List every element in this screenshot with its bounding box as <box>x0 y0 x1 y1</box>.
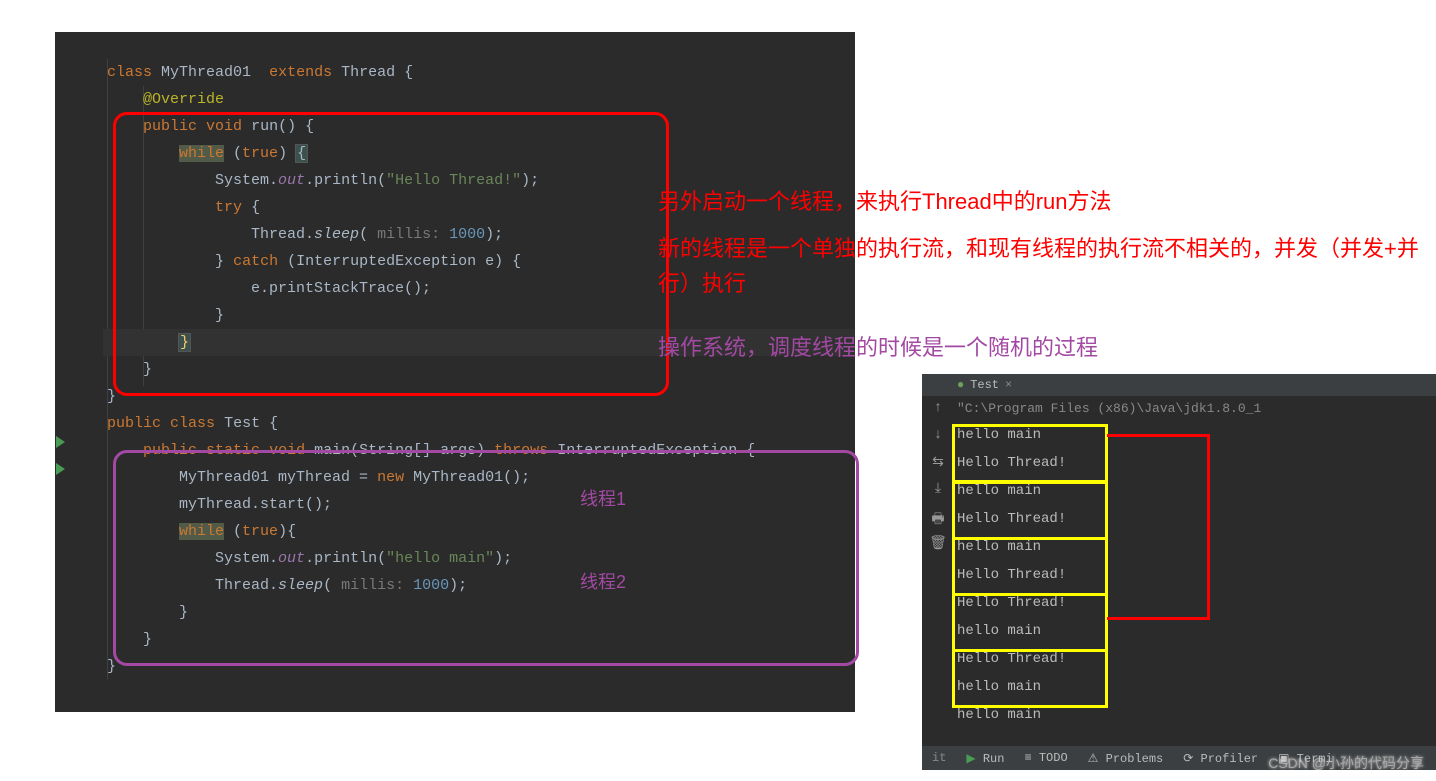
profiler-tab[interactable]: ⟳ Profiler <box>1183 751 1258 766</box>
todo-tab[interactable]: ≡ TODO <box>1024 751 1067 765</box>
console-path: "C:\Program Files (x86)\Java\jdk1.8.0_1 <box>922 396 1436 421</box>
annotation-red-1: 另外启动一个线程，来执行Thread中的run方法 <box>658 184 1436 219</box>
console-panel[interactable]: ●Test× ↑ ↓ ⇆ ⤓ 🖶 🗑 "C:\Program Files (x8… <box>922 374 1436 770</box>
run-gutter-icon[interactable] <box>56 463 65 475</box>
label-thread1: 线程1 <box>580 485 626 511</box>
console-tab[interactable]: ●Test× <box>922 374 1436 396</box>
run-gutter-icon[interactable] <box>56 436 65 448</box>
console-output: hello main Hello Thread! hello main Hell… <box>922 421 1436 729</box>
annotation-purple: 操作系统，调度线程的时候是一个随机的过程 <box>658 330 1436 362</box>
label-thread2: 线程2 <box>580 568 626 594</box>
code-editor[interactable]: class MyThread01 extends Thread { @Overr… <box>55 32 855 712</box>
arrow-up-icon[interactable]: ↑ <box>929 400 947 418</box>
watermark: CSDN @小孙的代码分享 <box>1268 753 1424 773</box>
problems-tab[interactable]: ⚠ Problems <box>1088 751 1164 766</box>
run-tab[interactable]: Run <box>983 752 1005 766</box>
annotation-red-2: 新的线程是一个单独的执行流，和现有线程的执行流不相关的，并发（并发+并行）执行 <box>658 231 1436 301</box>
